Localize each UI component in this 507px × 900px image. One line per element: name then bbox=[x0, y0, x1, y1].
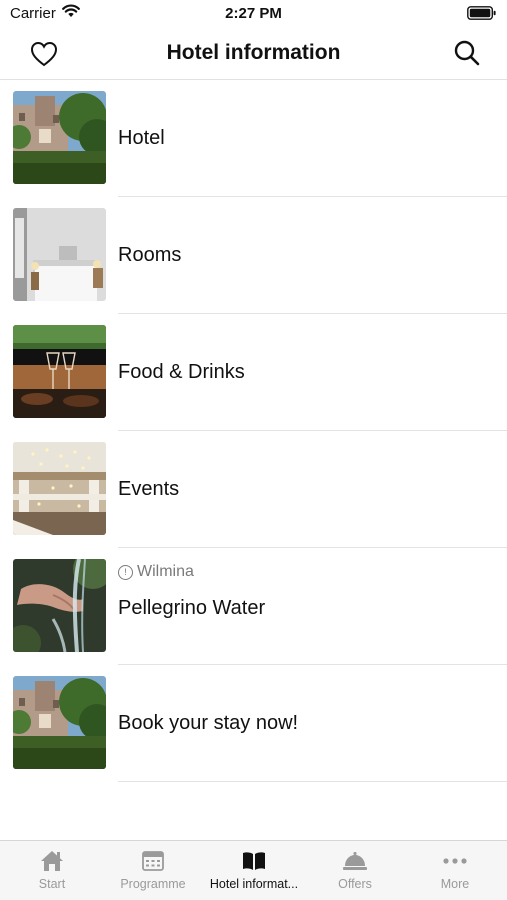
list-item-title: Pellegrino Water bbox=[118, 597, 266, 619]
status-bar: Carrier 2:27 PM bbox=[0, 0, 507, 28]
list-item-food-drinks[interactable]: Food & Drinks bbox=[0, 314, 507, 431]
book-stay-thumbnail bbox=[13, 676, 106, 769]
hotel-thumbnail bbox=[13, 91, 106, 184]
tab-offers[interactable]: Offers bbox=[305, 849, 405, 899]
subtitle-text: Wilmina bbox=[137, 563, 194, 580]
list-item-title: Book your stay now! bbox=[118, 712, 299, 734]
list-item-title: Rooms bbox=[118, 244, 182, 266]
list-item-book-your-stay[interactable]: Book your stay now! bbox=[0, 665, 507, 782]
list-item-rooms[interactable]: Rooms bbox=[0, 197, 507, 314]
item-subtitle: ! Wilmina bbox=[118, 563, 194, 581]
service-bell-icon bbox=[305, 849, 405, 873]
page-title: Hotel information bbox=[166, 41, 341, 64]
info-circle-icon: ! bbox=[118, 564, 133, 580]
more-dots-icon bbox=[405, 849, 505, 873]
tab-label: Start bbox=[38, 877, 66, 891]
calendar-icon bbox=[103, 849, 203, 873]
home-icon bbox=[2, 849, 102, 873]
tab-bar: Start Programme Hotel informat... Offers… bbox=[0, 840, 507, 900]
events-thumbnail bbox=[13, 442, 106, 535]
list-item-events[interactable]: Events bbox=[0, 431, 507, 548]
tab-label: Hotel informat... bbox=[209, 877, 299, 891]
battery-icon bbox=[467, 6, 497, 25]
navigation-bar: Hotel information bbox=[0, 28, 507, 80]
status-time: 2:27 PM bbox=[225, 5, 282, 22]
hotel-info-list: Hotel Rooms Food & Drinks Events ! Wilmi… bbox=[0, 80, 507, 782]
list-item-title: Food & Drinks bbox=[118, 361, 245, 383]
list-item-pellegrino-water[interactable]: ! Wilmina Pellegrino Water bbox=[0, 548, 507, 665]
tab-hotel-information[interactable]: Hotel informat... bbox=[204, 849, 304, 899]
pellegrino-water-thumbnail bbox=[13, 559, 106, 652]
search-icon[interactable] bbox=[453, 39, 481, 67]
list-item-hotel[interactable]: Hotel bbox=[0, 80, 507, 197]
rooms-thumbnail bbox=[13, 208, 106, 301]
tab-more[interactable]: More bbox=[405, 849, 505, 899]
tab-label: Programme bbox=[120, 877, 186, 891]
list-item-title: Hotel bbox=[118, 127, 165, 149]
list-item-title: Events bbox=[118, 478, 180, 500]
food-drinks-thumbnail bbox=[13, 325, 106, 418]
tab-start[interactable]: Start bbox=[2, 849, 102, 899]
tab-label: More bbox=[440, 877, 470, 891]
book-icon bbox=[204, 849, 304, 873]
tab-label: Offers bbox=[338, 877, 372, 891]
tab-programme[interactable]: Programme bbox=[103, 849, 203, 899]
row-divider bbox=[118, 781, 507, 782]
